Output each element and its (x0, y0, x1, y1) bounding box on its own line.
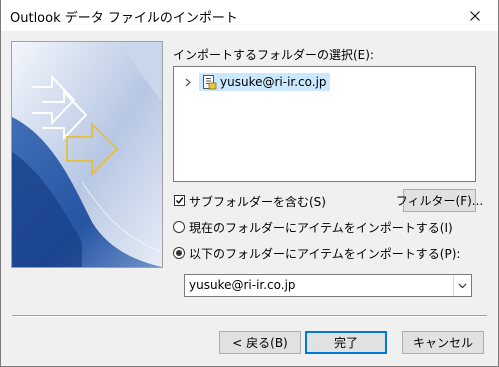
title-bar: Outlook データ ファイルのインポート (1, 0, 498, 31)
filter-button[interactable]: フィルター(F)... (396, 189, 483, 212)
radio-selected-dot (176, 250, 182, 256)
dropdown-arrow[interactable] (453, 275, 471, 296)
expand-chevron-icon[interactable] (181, 75, 195, 89)
include-subfolders-label[interactable]: サブフォルダーを含む(S) (189, 193, 326, 210)
tree-item-selected[interactable]: yusuke@ri-ir.co.jp (199, 73, 330, 91)
close-button[interactable] (452, 0, 498, 31)
radio-below-folder[interactable] (173, 247, 185, 259)
include-subfolders-checkbox[interactable] (174, 195, 185, 206)
back-button[interactable]: < 戻る(B) (219, 331, 301, 354)
tree-item-label: yusuke@ri-ir.co.jp (220, 75, 327, 89)
tree-item[interactable]: yusuke@ri-ir.co.jp (181, 72, 330, 92)
radio-below-folder-label[interactable]: 以下のフォルダーにアイテムをインポートする(P): (189, 245, 460, 262)
check-icon (175, 197, 184, 204)
divider (12, 315, 487, 317)
close-icon (470, 10, 480, 21)
folder-tree[interactable]: yusuke@ri-ir.co.jp (173, 66, 476, 182)
finish-button[interactable]: 完了 (305, 331, 387, 354)
data-file-icon (203, 75, 217, 90)
cancel-button[interactable]: キャンセル (402, 331, 484, 354)
import-dialog: Outlook データ ファイルのインポート インポートするフォルダーの選択(E… (0, 0, 499, 367)
target-folder-combobox[interactable]: yusuke@ri-ir.co.jp (184, 274, 472, 297)
folder-select-label: インポートするフォルダーの選択(E): (173, 48, 374, 62)
radio-current-folder[interactable] (173, 221, 185, 233)
chevron-down-icon (458, 283, 467, 288)
radio-current-folder-label[interactable]: 現在のフォルダーにアイテムをインポートする(I) (189, 219, 453, 236)
target-folder-value: yusuke@ri-ir.co.jp (189, 278, 296, 292)
wizard-graphic (11, 41, 163, 268)
window-title: Outlook データ ファイルのインポート (10, 11, 238, 26)
